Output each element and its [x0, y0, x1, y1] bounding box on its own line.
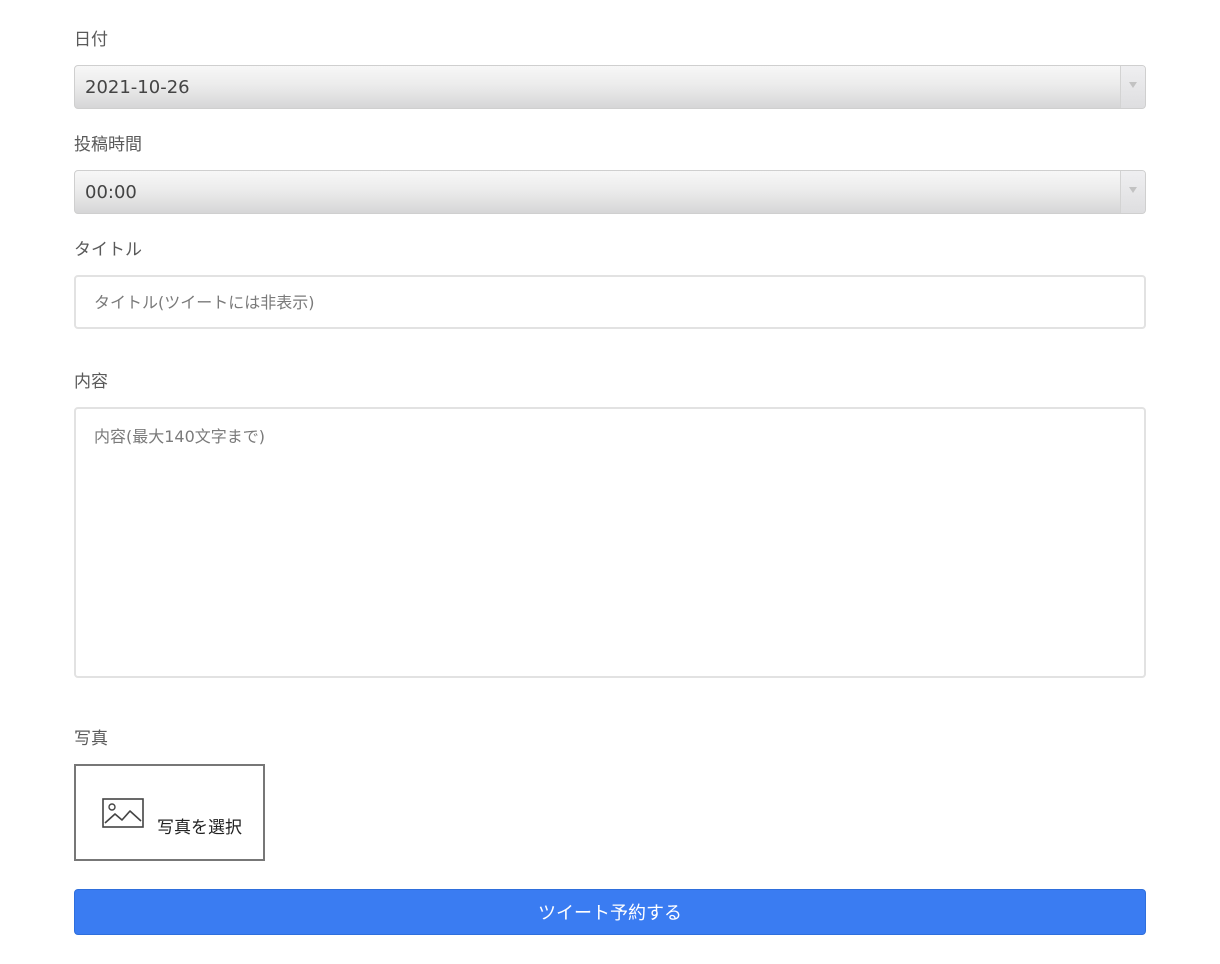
date-select-value: 2021-10-26 — [85, 77, 190, 98]
date-select[interactable]: 2021-10-26 — [74, 65, 1146, 109]
photo-label: 写真 — [74, 729, 108, 749]
time-select[interactable]: 00:00 — [74, 170, 1146, 214]
content-label: 内容 — [74, 372, 108, 392]
time-label: 投稿時間 — [74, 135, 142, 155]
time-select-toggle[interactable] — [1120, 171, 1145, 213]
chevron-down-icon — [1129, 187, 1137, 193]
date-select-toggle[interactable] — [1120, 66, 1145, 108]
image-icon — [102, 798, 144, 828]
time-select-value: 00:00 — [85, 182, 137, 203]
content-textarea[interactable] — [74, 407, 1146, 678]
chevron-down-icon — [1129, 82, 1137, 88]
date-label: 日付 — [74, 30, 108, 50]
schedule-tweet-button[interactable]: ツイート予約する — [74, 889, 1146, 935]
select-photo-label: 写真を選択 — [157, 818, 242, 838]
title-label: タイトル — [74, 240, 142, 260]
select-photo-button[interactable]: 写真を選択 — [74, 764, 265, 861]
title-input[interactable] — [74, 275, 1146, 329]
